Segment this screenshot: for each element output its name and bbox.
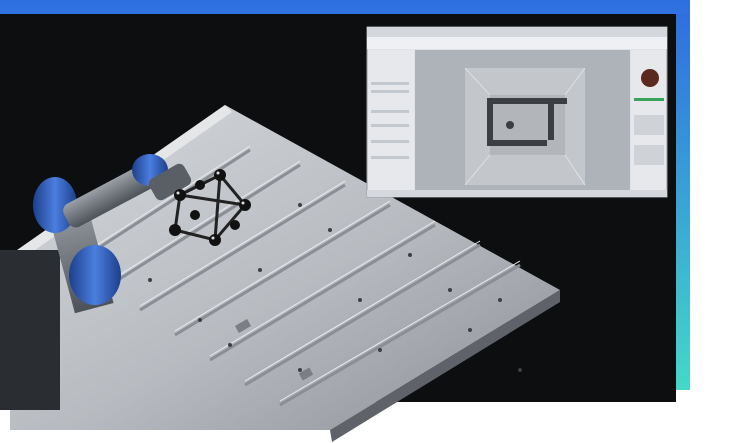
scene-image [0,0,690,442]
software-screenshot-window [366,26,668,198]
